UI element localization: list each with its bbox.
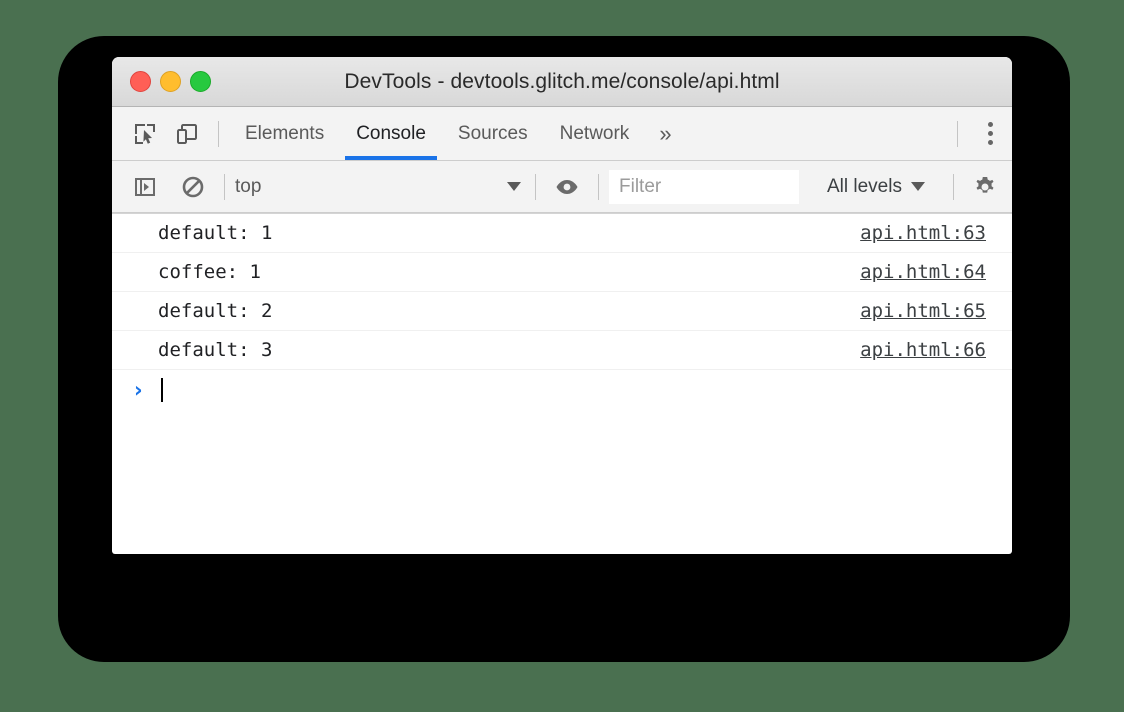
settings-gear-icon[interactable]: [964, 166, 1006, 208]
console-message-source-link[interactable]: api.html:65: [860, 300, 986, 322]
tab-label: Network: [559, 122, 630, 144]
toolbar-divider: [535, 173, 536, 200]
prompt-chevron-icon: ›: [134, 377, 143, 402]
console-message-row[interactable]: default: 2 api.html:65: [112, 292, 1012, 331]
console-filter-toolbar: top All levels: [112, 161, 1012, 213]
console-message-source-link[interactable]: api.html:64: [860, 261, 986, 283]
console-message-text: default: 1: [158, 222, 273, 244]
zoom-button[interactable]: [190, 71, 211, 92]
toolbar-divider: [952, 173, 954, 200]
tab-console[interactable]: Console: [340, 107, 442, 160]
tab-sources[interactable]: Sources: [442, 107, 544, 160]
clear-console-icon[interactable]: [172, 166, 214, 208]
tab-elements[interactable]: Elements: [229, 107, 340, 160]
toolbar-divider: [218, 120, 219, 147]
device-toolbar-icon[interactable]: [166, 113, 208, 155]
console-message-source-link[interactable]: api.html:63: [860, 222, 986, 244]
execution-context-selector[interactable]: top: [235, 161, 525, 212]
console-prompt[interactable]: ›: [112, 370, 1012, 410]
tab-label: Sources: [457, 122, 528, 144]
filter-input[interactable]: [609, 169, 799, 204]
inspect-element-icon[interactable]: [124, 113, 166, 155]
tab-overflow-icon[interactable]: »: [645, 122, 685, 145]
more-options-icon[interactable]: [968, 113, 1012, 155]
log-level-selector[interactable]: All levels: [813, 176, 943, 198]
devtools-window: DevTools - devtools.glitch.me/console/ap…: [112, 57, 1012, 554]
toolbar-divider: [598, 173, 599, 200]
traffic-lights: [130, 71, 211, 92]
minimize-button[interactable]: [160, 71, 181, 92]
console-message-source-link[interactable]: api.html:66: [860, 339, 986, 361]
close-button[interactable]: [130, 71, 151, 92]
tab-bar-right: [947, 107, 1012, 160]
window-title: DevTools - devtools.glitch.me/console/ap…: [344, 69, 780, 93]
live-expression-eye-icon[interactable]: [546, 166, 588, 208]
tab-label: Elements: [245, 122, 325, 144]
console-message-row[interactable]: coffee: 1 api.html:64: [112, 253, 1012, 292]
console-message-row[interactable]: default: 1 api.html:63: [112, 214, 1012, 253]
log-level-label: All levels: [827, 175, 902, 197]
toolbar-divider: [957, 120, 958, 147]
console-message-row[interactable]: default: 3 api.html:66: [112, 331, 1012, 370]
console-message-text: default: 3: [158, 339, 273, 361]
tab-network[interactable]: Network: [544, 107, 646, 160]
console-message-text: coffee: 1: [158, 261, 261, 283]
console-message-list: default: 1 api.html:63 coffee: 1 api.htm…: [112, 213, 1012, 410]
tab-label: Console: [356, 122, 426, 144]
execution-context-label: top: [235, 175, 262, 197]
title-bar: DevTools - devtools.glitch.me/console/ap…: [112, 57, 1012, 107]
console-message-text: default: 2: [158, 300, 273, 322]
devtools-tab-bar: Elements Console Sources Network »: [112, 107, 1012, 161]
console-sidebar-icon[interactable]: [124, 166, 166, 208]
chevron-down-icon: [507, 182, 521, 191]
toolbar-divider: [224, 173, 225, 200]
text-cursor: [160, 378, 163, 402]
chevron-down-icon: [910, 182, 925, 191]
